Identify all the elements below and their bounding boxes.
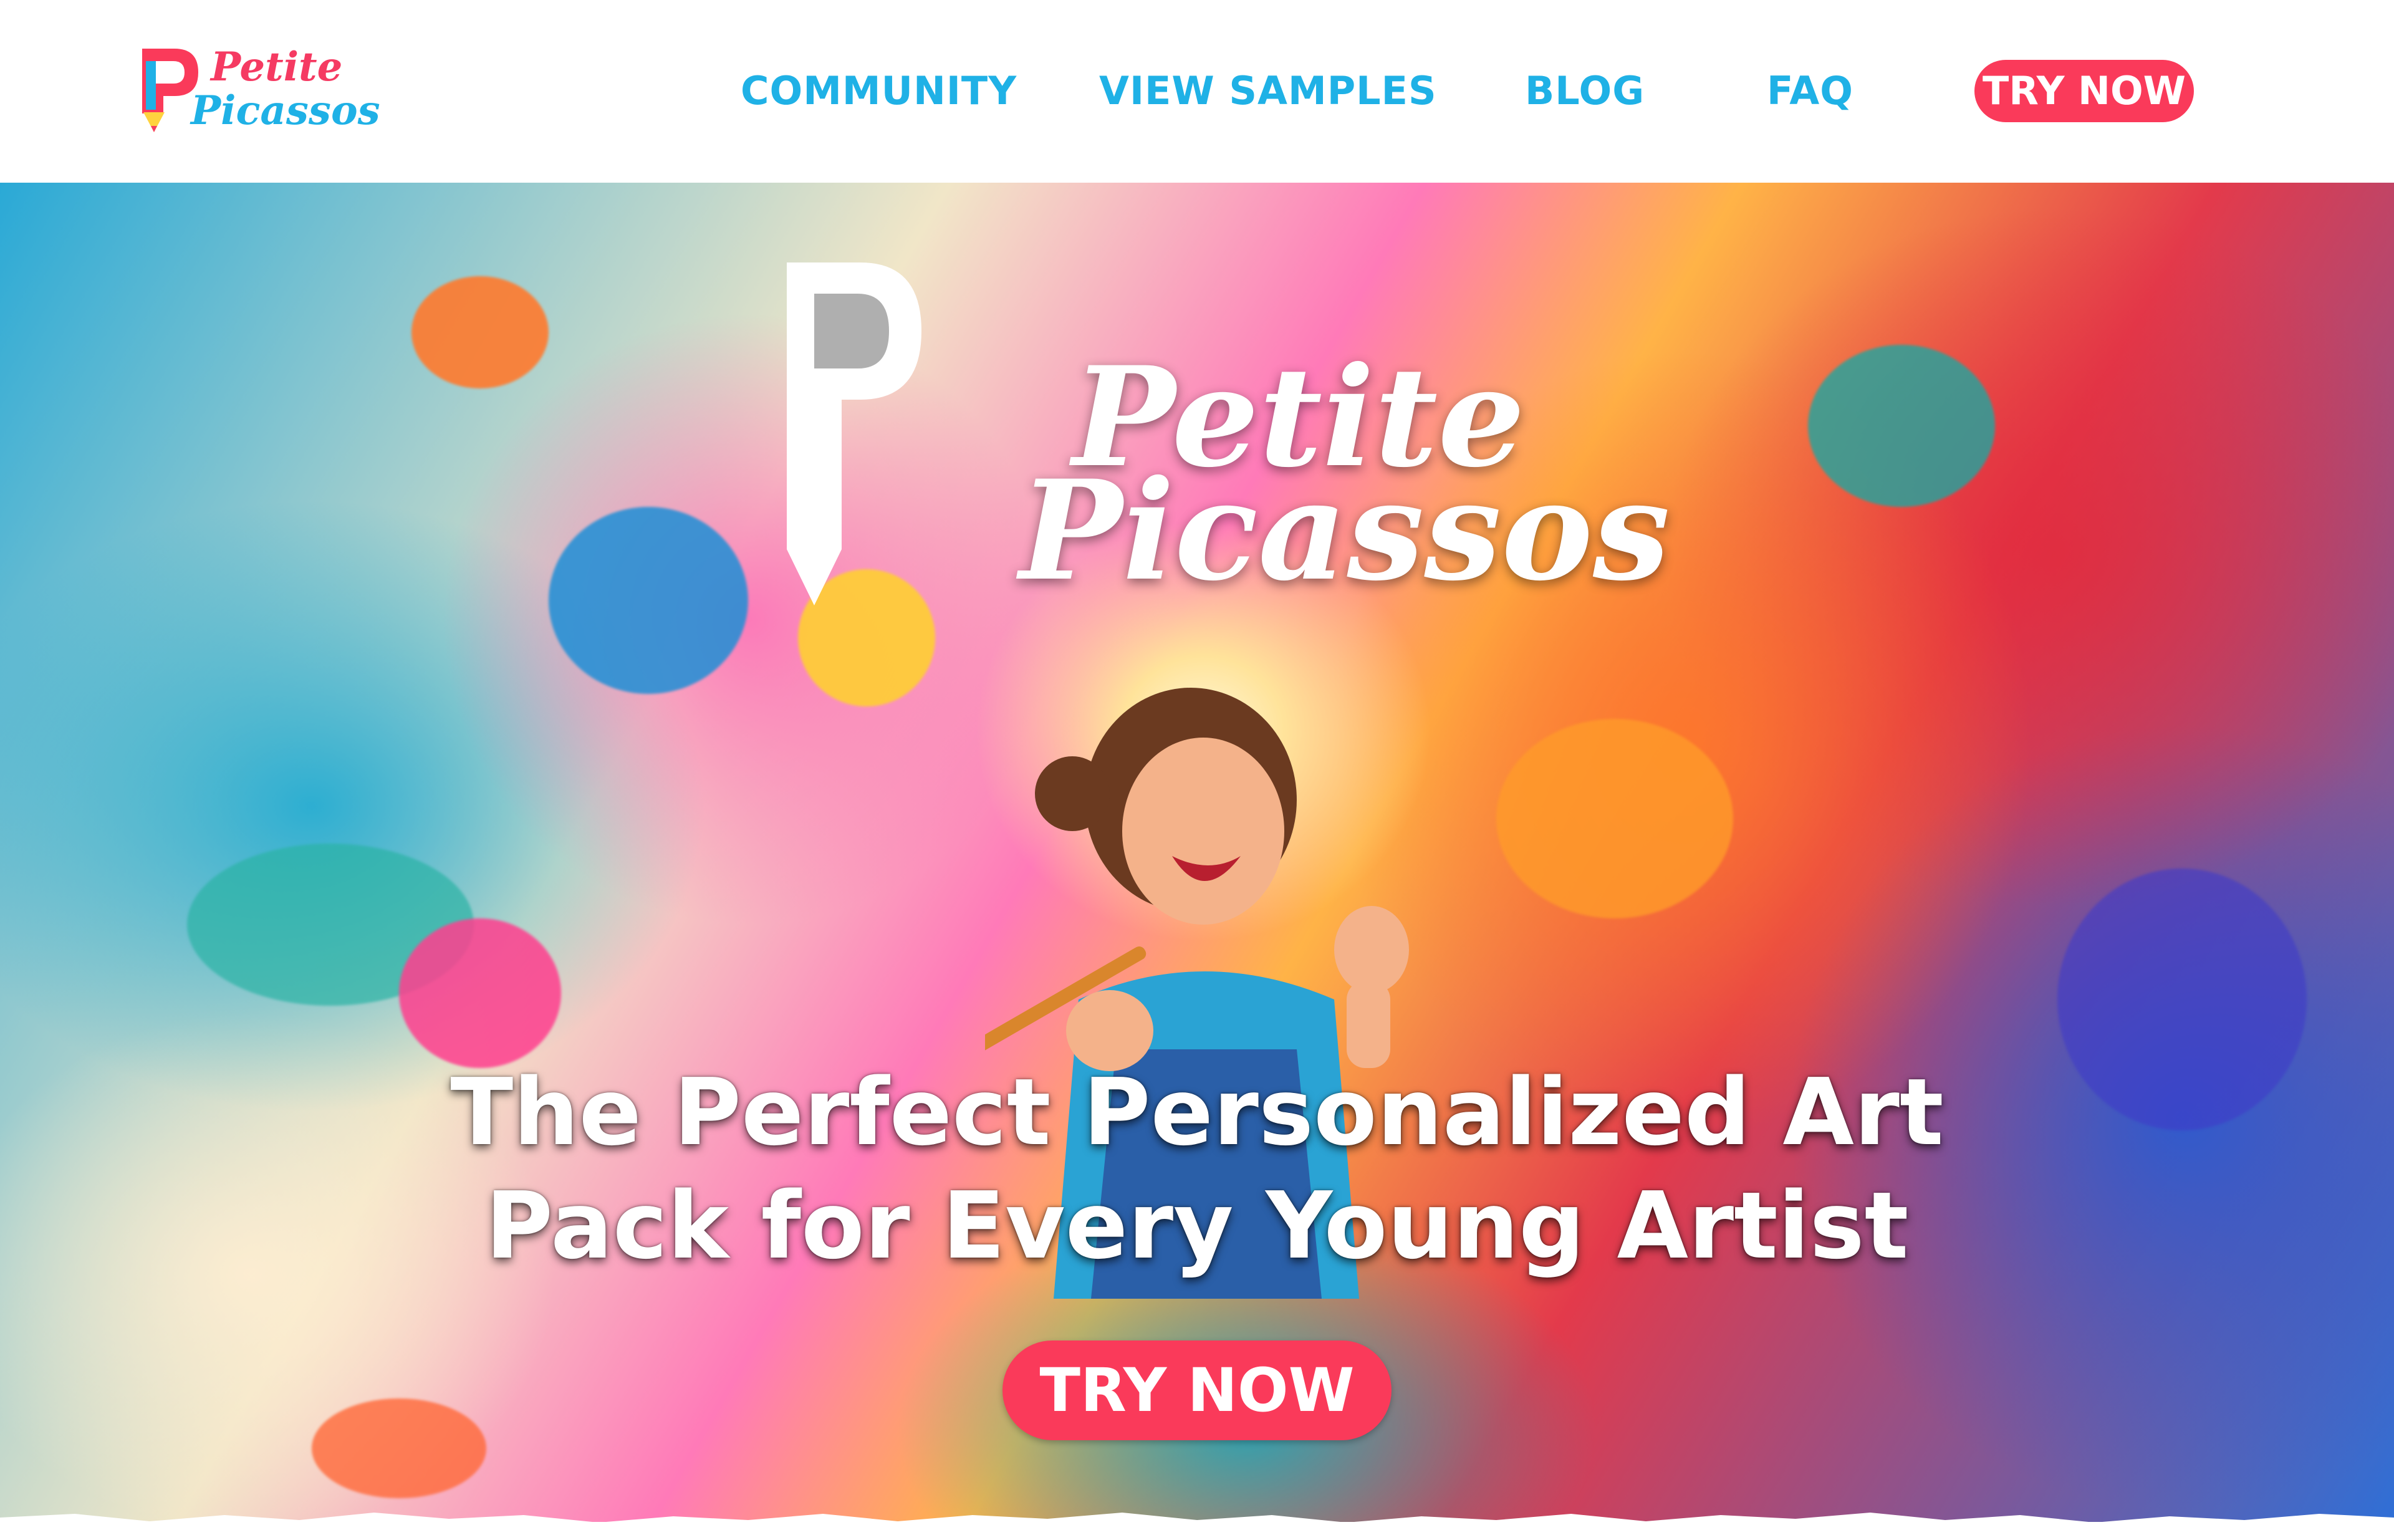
main-nav: COMMUNITY VIEW SAMPLES BLOG FAQ TRY NOW	[0, 60, 2394, 122]
hero-banner: Petite Picassos The Perfect Personalized…	[0, 183, 2394, 1522]
hero-try-now-button[interactable]: TRY NOW	[1002, 1340, 1392, 1440]
paint-splash	[399, 918, 561, 1068]
header-try-now-button[interactable]: TRY NOW	[1974, 60, 2194, 122]
nav-community-link[interactable]: COMMUNITY	[741, 64, 1017, 118]
nav-faq-link[interactable]: FAQ	[1767, 64, 1853, 118]
hero-headline-line2: Pack for Every Young Artist	[485, 1172, 1909, 1279]
nav-view-samples-link[interactable]: VIEW SAMPLES	[1099, 64, 1437, 118]
hero-logo-word-line2: Picassos	[1019, 450, 1670, 611]
hero-headline-line1: The Perfect Personalized Art	[450, 1059, 1944, 1166]
paint-splash	[1496, 719, 1733, 918]
site-header: Petite Picassos COMMUNITY VIEW SAMPLES B…	[0, 0, 2394, 183]
hero-headline: The Perfect Personalized Art Pack for Ev…	[0, 1056, 2394, 1283]
paint-splash	[1808, 345, 1995, 507]
paint-splash	[549, 507, 748, 694]
pencil-p-hero-logo-icon	[787, 262, 921, 605]
paint-splash	[411, 276, 549, 388]
torn-paper-edge	[0, 1513, 2394, 1540]
paint-splash	[312, 1398, 486, 1498]
nav-blog-link[interactable]: BLOG	[1525, 64, 1645, 118]
hero-logo: Petite Picassos	[779, 256, 1670, 643]
